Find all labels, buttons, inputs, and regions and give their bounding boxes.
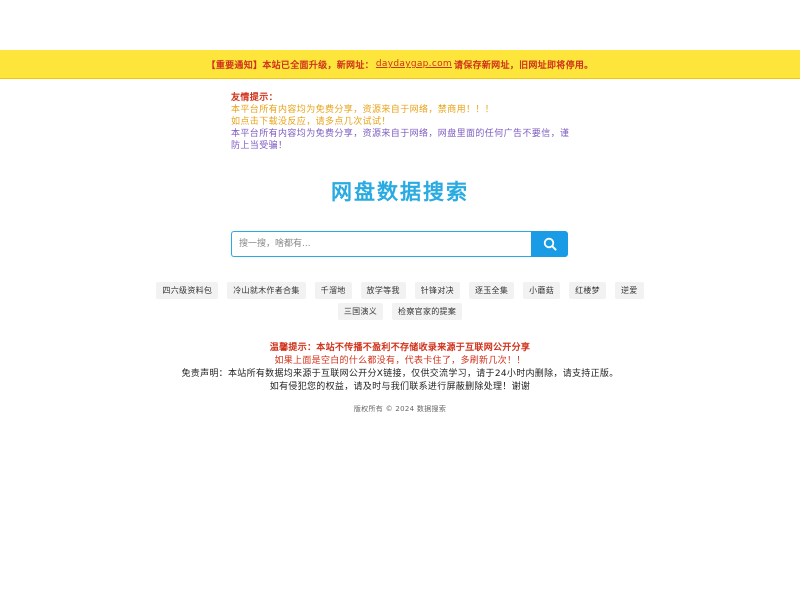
search-icon <box>543 237 557 251</box>
tip-line-3: 本平台所有内容均为免费分享，资源来自于网络，网盘里面的任何广告不要信，谨防上当受… <box>231 129 570 151</box>
copyright: 版权所有 © 2024 数据搜索 <box>353 405 447 413</box>
tag-item[interactable]: 逆爱 <box>614 282 644 299</box>
notice-suffix: 请保存新网址，旧网址即将停用。 <box>453 60 594 71</box>
tag-item[interactable]: 红楼梦 <box>569 282 606 299</box>
hot-tags: 四六级资料包 冷山就木作者合集 千溜地 放学等我 针锋对决 逐玉全集 小蘑菇 红… <box>150 282 650 320</box>
site-title: 网盘数据搜索 <box>331 180 469 204</box>
tag-item[interactable]: 冷山就木作者合集 <box>227 282 306 299</box>
tag-item[interactable]: 放学等我 <box>360 282 406 299</box>
tip-line-1: 本平台所有内容均为免费分享，资源来自于网络，禁商用！！！ <box>231 105 495 115</box>
search-button[interactable] <box>531 231 568 257</box>
tips-title: 友情提示： <box>231 93 279 103</box>
friendly-tips: 友情提示： 本平台所有内容均为免费分享，资源来自于网络，禁商用！！！ 如点击下载… <box>231 92 576 152</box>
warm-notice: 温馨提示：本站不传播不盈利不存储收录来源于互联网公开分享 如果上面是空白的什么都… <box>0 342 800 394</box>
warm-line-1: 温馨提示：本站不传播不盈利不存储收录来源于互联网公开分享 <box>269 343 531 353</box>
search-input[interactable] <box>231 231 531 257</box>
tag-item[interactable]: 针锋对决 <box>414 282 460 299</box>
notice-bar: 【重要通知】本站已全面升级，新网址： daydaygap.com 请保存新网址，… <box>0 50 800 79</box>
contact-line: 如有侵犯您的权益，请及时与我们联系进行屏蔽删除处理！谢谢 <box>269 382 531 392</box>
tag-item[interactable]: 三国演义 <box>337 303 384 320</box>
new-site-link[interactable]: daydaygap.com <box>376 59 452 69</box>
tag-item[interactable]: 千溜地 <box>314 282 352 299</box>
tag-item[interactable]: 检察官家的提案 <box>392 303 463 320</box>
warm-line-2: 如果上面是空白的什么都没有，代表卡住了，多刷新几次！！ <box>274 356 526 366</box>
tip-line-2: 如点击下载没反应，请多点几次试试！ <box>231 117 391 127</box>
notice-prefix: 【重要通知】本站已全面升级，新网址： <box>206 60 374 71</box>
tag-item[interactable]: 四六级资料包 <box>156 282 219 299</box>
disclaimer-line: 免责声明：本站所有数据均来源于互联网公开分X链接，仅供交流学习，请于24小时内删… <box>181 369 619 379</box>
tag-item[interactable]: 小蘑菇 <box>523 282 561 299</box>
tag-item[interactable]: 逐玉全集 <box>468 282 515 299</box>
search-box <box>231 231 568 257</box>
